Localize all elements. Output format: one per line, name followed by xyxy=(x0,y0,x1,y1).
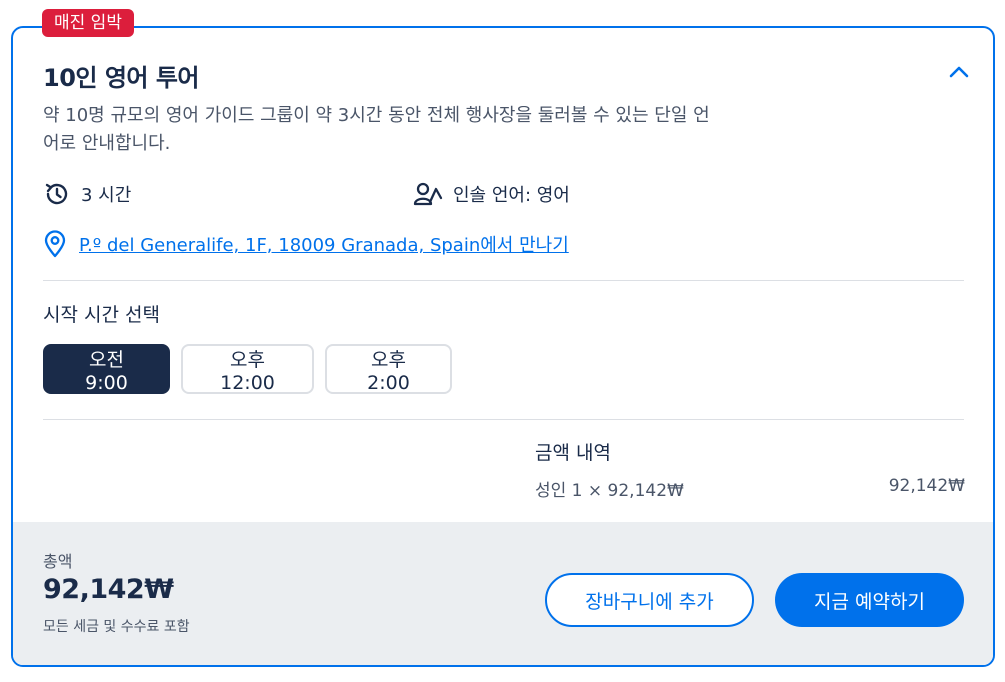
add-to-cart-button[interactable]: 장바구니에 추가 xyxy=(545,573,754,627)
time-option-12pm[interactable]: 오후 12:00 xyxy=(181,344,314,394)
book-now-button[interactable]: 지금 예약하기 xyxy=(775,573,964,627)
price-line-adult: 성인 1 × 92,142₩ 92,142₩ xyxy=(535,476,965,501)
tax-note: 모든 세금 및 수수료 포함 xyxy=(43,619,190,635)
price-line-value: 92,142₩ xyxy=(888,476,965,496)
price-breakdown-title: 금액 내역 xyxy=(535,442,611,464)
meeting-point-link[interactable]: P.º del Generalife, 1F, 18009 Granada, S… xyxy=(79,231,569,257)
language-info: 인솔 언어: 영어 xyxy=(413,180,570,208)
chevron-up-icon xyxy=(949,66,969,78)
location-pin-icon xyxy=(44,230,66,258)
divider xyxy=(43,419,964,420)
time-option-9am[interactable]: 오전 9:00 xyxy=(43,344,170,394)
meeting-point-suffix: 에서 만나기 xyxy=(480,235,569,256)
meeting-point: P.º del Generalife, 1F, 18009 Granada, S… xyxy=(43,230,569,258)
total-label: 총액 xyxy=(43,552,73,571)
divider xyxy=(43,280,964,281)
option-title: 10인 영어 투어 xyxy=(43,64,200,92)
total-amount: 92,142₩ xyxy=(43,574,174,605)
time-option-2pm[interactable]: 오후 2:00 xyxy=(325,344,452,394)
guide-language-icon xyxy=(413,182,443,206)
booking-footer: 총액 92,142₩ 모든 세금 및 수수료 포함 장바구니에 추가 지금 예약… xyxy=(13,522,993,665)
duration-info: 3 시간 xyxy=(43,180,131,208)
tour-option-card: 10인 영어 투어 약 10명 규모의 영어 가이드 그룹이 약 3시간 동안 … xyxy=(11,26,995,667)
duration-text: 3 시간 xyxy=(81,185,132,206)
clock-history-icon xyxy=(45,183,68,205)
language-text: 인솔 언어: 영어 xyxy=(453,185,570,206)
option-description: 약 10명 규모의 영어 가이드 그룹이 약 3시간 동안 전체 행사장을 둘러… xyxy=(43,105,710,154)
collapse-button[interactable] xyxy=(943,56,975,88)
start-time-label: 시작 시간 선택 xyxy=(43,304,160,326)
start-time-options: 오전 9:00 오후 12:00 오후 2:00 xyxy=(43,344,452,394)
sold-out-soon-badge: 매진 임박 xyxy=(42,9,134,37)
meeting-point-address: P.º del Generalife, 1F, 18009 Granada, S… xyxy=(79,235,481,256)
price-line-label: 성인 1 × 92,142₩ xyxy=(535,481,684,501)
